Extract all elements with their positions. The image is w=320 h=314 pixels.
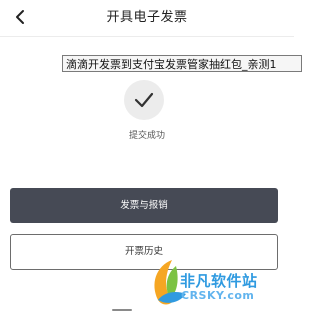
watermark: 非凡软件站 CRSKY.com bbox=[146, 254, 292, 310]
nav-bar: 开具电子发票 bbox=[0, 0, 294, 37]
page-title: 开具电子发票 bbox=[106, 10, 188, 25]
home-indicator bbox=[112, 309, 132, 311]
checkmark-icon bbox=[134, 92, 154, 108]
status-text: 提交成功 bbox=[128, 131, 165, 141]
watermark-text: 非凡软件站 bbox=[180, 272, 258, 290]
promo-banner-text: 滴滴开发票到支付宝发票管家抽红包_亲测1 bbox=[62, 55, 302, 72]
invoice-reimbursement-button[interactable]: 发票与报销 bbox=[10, 188, 278, 223]
success-indicator bbox=[124, 80, 164, 120]
watermark-subtext: CRSKY.com bbox=[181, 289, 255, 302]
